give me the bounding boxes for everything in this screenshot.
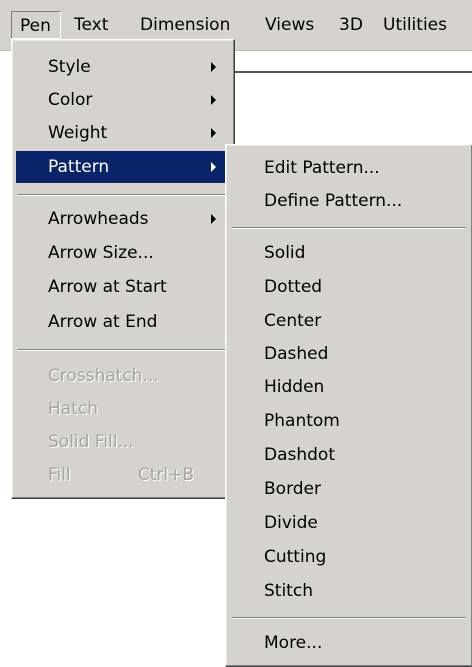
menu-item-define-pattern[interactable]: Define Pattern...	[230, 185, 468, 217]
menu-item-label: Arrow at End	[48, 312, 158, 332]
menu-item-shortcut: Ctrl+B	[137, 465, 194, 485]
menu-item-label: Arrowheads	[48, 209, 149, 229]
menu-item-dotted[interactable]: Dotted	[230, 271, 468, 303]
menu-item-label: Arrow at Start	[48, 277, 167, 297]
pen-menu: Style Color Weight Pattern Arrowheads Ar…	[11, 39, 235, 499]
menu-item-label: Color	[48, 90, 93, 110]
menu-3d[interactable]: 3D	[331, 11, 371, 39]
menu-item-edit-pattern[interactable]: Edit Pattern...	[230, 152, 468, 184]
menu-item-color[interactable]: Color	[16, 84, 230, 116]
menu-item-label: Solid Fill...	[48, 432, 134, 452]
menu-dimension[interactable]: Dimension	[132, 11, 238, 39]
menu-item-label: Weight	[48, 123, 108, 143]
submenu-arrow-icon	[211, 214, 216, 224]
menu-item-solid-fill: Solid Fill...	[16, 426, 230, 458]
menu-item-pattern[interactable]: Pattern	[16, 151, 230, 183]
menu-item-crosshatch: Crosshatch...	[16, 360, 230, 392]
menu-item-label: Fill	[48, 465, 71, 485]
menu-item-stitch[interactable]: Stitch	[230, 575, 468, 607]
menu-separator	[18, 349, 228, 351]
menu-item-weight[interactable]: Weight	[16, 117, 230, 149]
menu-item-border[interactable]: Border	[230, 473, 468, 505]
menu-item-dashdot[interactable]: Dashdot	[230, 439, 468, 471]
menu-item-arrowheads[interactable]: Arrowheads	[16, 203, 230, 235]
submenu-arrow-icon	[211, 162, 216, 172]
menu-item-phantom[interactable]: Phantom	[230, 405, 468, 437]
menu-utilities[interactable]: Utilities	[375, 11, 455, 39]
menu-item-arrow-size[interactable]: Arrow Size...	[16, 237, 230, 269]
menu-separator	[232, 227, 466, 229]
menu-item-hidden[interactable]: Hidden	[230, 371, 468, 403]
menu-item-style[interactable]: Style	[16, 51, 230, 83]
menu-views[interactable]: Views	[257, 11, 322, 39]
menu-item-divide[interactable]: Divide	[230, 507, 468, 539]
menu-text[interactable]: Text	[66, 11, 116, 39]
menu-item-more[interactable]: More...	[230, 627, 468, 659]
menu-item-cutting[interactable]: Cutting	[230, 541, 468, 573]
pattern-submenu: Edit Pattern... Define Pattern... Solid …	[225, 144, 472, 667]
menu-item-label: Hatch	[48, 399, 98, 419]
menu-item-solid[interactable]: Solid	[230, 237, 468, 269]
drawing-area-border	[228, 71, 472, 73]
menu-item-fill: Fill Ctrl+B	[16, 459, 230, 491]
menu-item-label: Style	[48, 57, 91, 77]
menu-item-arrow-at-end[interactable]: Arrow at End	[16, 306, 230, 338]
menu-separator	[18, 194, 228, 196]
menu-separator	[232, 617, 466, 619]
submenu-arrow-icon	[211, 95, 216, 105]
submenu-arrow-icon	[211, 62, 216, 72]
menu-pen[interactable]: Pen	[11, 11, 61, 39]
menu-item-label: Arrow Size...	[48, 243, 154, 263]
submenu-arrow-icon	[211, 128, 216, 138]
menu-item-dashed[interactable]: Dashed	[230, 338, 468, 370]
menu-item-hatch: Hatch	[16, 393, 230, 425]
menu-item-label: Crosshatch...	[48, 366, 159, 386]
menu-item-center[interactable]: Center	[230, 305, 468, 337]
menu-item-arrow-at-start[interactable]: Arrow at Start	[16, 271, 230, 303]
menu-item-label: Pattern	[48, 157, 110, 177]
